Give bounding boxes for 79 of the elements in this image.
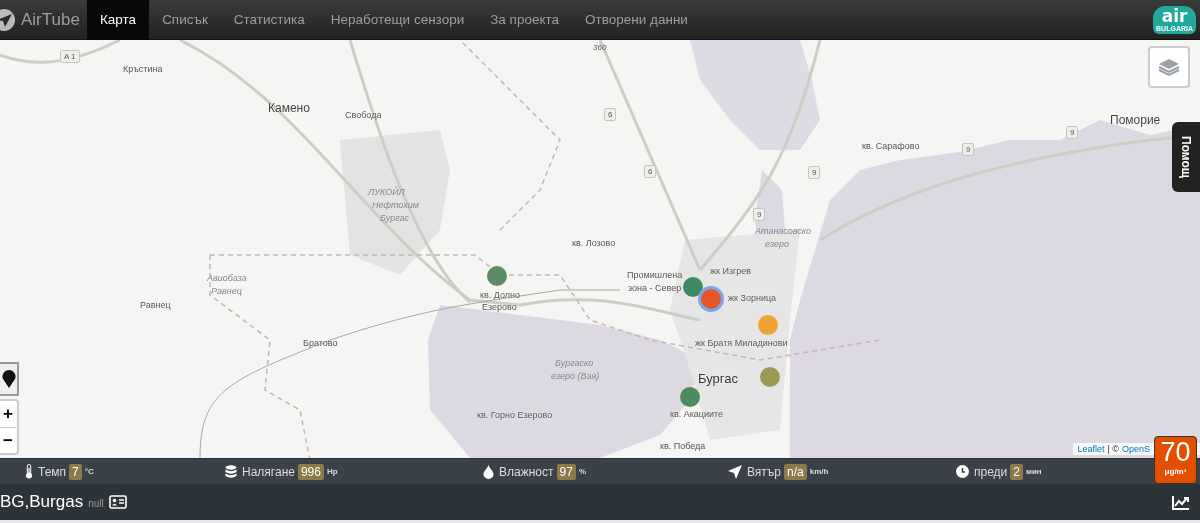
location-button[interactable] xyxy=(0,362,19,396)
database-icon xyxy=(225,464,237,479)
place-label: Бургас xyxy=(380,213,409,224)
reading-value: 97 xyxy=(556,463,576,480)
place-label: кв. Победа xyxy=(660,441,706,452)
place-label: Бургаско xyxy=(555,358,594,369)
attribution-text: | © xyxy=(1107,444,1119,454)
nav-tab[interactable]: Списък xyxy=(149,0,221,40)
place-label: Езерово xyxy=(482,302,517,313)
nav-tab[interactable]: Отворени данни xyxy=(572,0,701,40)
road-number: A 1 xyxy=(60,50,80,63)
leaflet-link[interactable]: Leaflet xyxy=(1077,444,1105,454)
road-number: 9 xyxy=(753,208,766,221)
place-label: ЛУКОЙЛ xyxy=(368,187,405,198)
nav-tab[interactable]: За проекта xyxy=(477,0,573,40)
place-label: Нефтохим xyxy=(372,200,419,211)
place-label: Бургас xyxy=(698,371,738,386)
reading-label: Влажност xyxy=(499,464,554,479)
road-number: 360 xyxy=(592,42,608,53)
paper-plane-icon xyxy=(728,464,742,479)
nav-tab[interactable]: Карта xyxy=(87,0,150,40)
reading-value: 996 xyxy=(297,463,324,480)
thermometer-icon xyxy=(25,464,33,479)
line-chart-icon[interactable] xyxy=(1172,494,1190,510)
place-label: Промишлена xyxy=(627,270,683,281)
place-label: жк Изгрев xyxy=(710,266,752,277)
reading-label: Вятър xyxy=(747,464,782,479)
id-card-icon[interactable] xyxy=(108,495,127,509)
road-number: 6 xyxy=(604,108,617,121)
place-label: кв. Акациите xyxy=(670,409,724,420)
road-number: 6 xyxy=(644,165,657,178)
reading-label: преди xyxy=(974,464,1008,479)
reading-unit: Hp xyxy=(326,467,338,476)
place-label: кв. Сарафово xyxy=(862,141,920,152)
help-tab[interactable]: Помощ xyxy=(1172,122,1200,192)
place-label: Камено xyxy=(268,101,310,115)
place-label: зона - Север xyxy=(628,283,682,294)
place-label: Равнец xyxy=(211,286,242,297)
place-label: жк Зорница xyxy=(728,293,777,304)
source-link[interactable]: OpenS xyxy=(1121,444,1150,454)
place-label: Атанасовско xyxy=(755,226,812,237)
road-number: 9 xyxy=(808,166,821,179)
sensor-marker[interactable] xyxy=(701,289,721,309)
reading-unit: мин xyxy=(1026,467,1042,476)
reading-unit: % xyxy=(578,467,586,476)
reading-label: Налягане xyxy=(242,464,295,479)
place-label: Авиобаза xyxy=(207,273,247,284)
nav-tab[interactable]: Статистика xyxy=(220,0,318,40)
app-logo-text[interactable]: AirTube xyxy=(21,9,80,30)
station-name: BG,Burgas xyxy=(0,492,84,512)
place-label: Равнец xyxy=(140,300,171,311)
pm-value: 70 xyxy=(1160,437,1191,467)
place-label: езеро (Вая) xyxy=(551,371,600,382)
place-label: кв. Долно xyxy=(480,290,520,301)
clock-icon xyxy=(956,465,969,478)
reading-unit: km/h xyxy=(809,467,829,476)
place-label: Кръстина xyxy=(123,64,163,75)
reading-unit: °C xyxy=(84,467,94,476)
reading-label: Темп xyxy=(38,464,67,479)
droplet-icon xyxy=(483,464,494,479)
pm-unit: μg/m³ xyxy=(1164,467,1187,477)
reading-value: n/a xyxy=(784,463,807,480)
nav-tab[interactable]: Неработещи сензори xyxy=(317,0,478,40)
layers-button[interactable] xyxy=(1148,46,1190,88)
layers-icon xyxy=(1157,56,1181,78)
place-label: Свобода xyxy=(345,110,382,121)
place-label: Поморие xyxy=(1110,113,1161,127)
place-label: жк Братя Миладинови xyxy=(695,338,788,349)
reading-value: 2 xyxy=(1010,463,1023,480)
road-number: 9 xyxy=(962,143,975,156)
zoom-out-button[interactable]: − xyxy=(0,427,16,453)
road-number: 9 xyxy=(1066,126,1079,139)
station-note: null xyxy=(88,498,104,509)
place-label: езеро xyxy=(765,239,789,250)
place-label: кв. Горно Езерово xyxy=(477,410,553,421)
paper-plane-logo-icon xyxy=(0,7,16,32)
place-label: кв. Лозово xyxy=(572,238,616,249)
reading-value: 7 xyxy=(69,463,82,480)
place-label: Братово xyxy=(303,338,338,349)
